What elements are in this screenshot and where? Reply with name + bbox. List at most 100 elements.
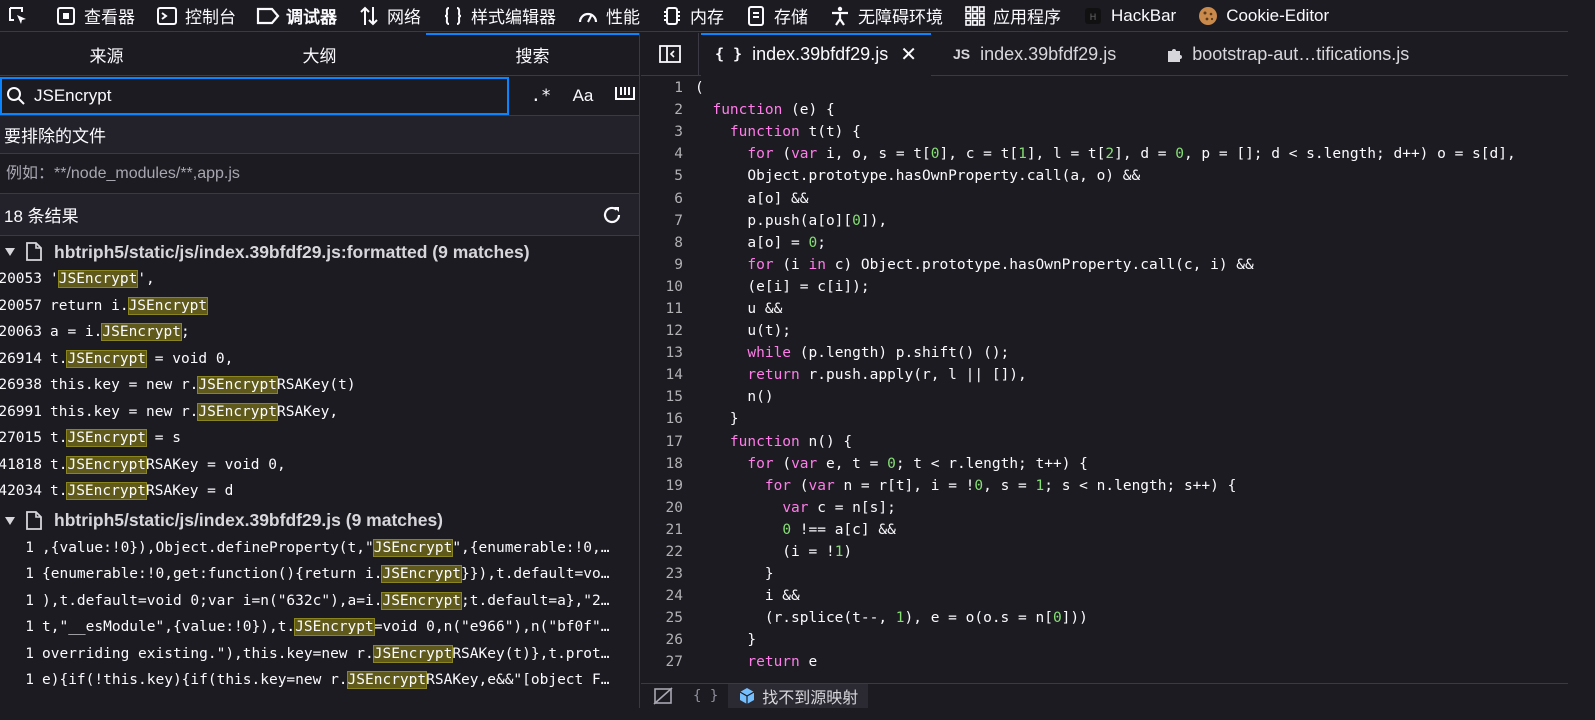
result-line[interactable]: 1 {enumerable:!0,get:function(){return i.… bbox=[0, 561, 639, 588]
result-line-number: 26938 bbox=[0, 377, 42, 394]
application-icon bbox=[963, 4, 987, 28]
result-line-number: 26914 bbox=[0, 350, 42, 367]
tab-outline[interactable]: 大纲 bbox=[213, 33, 426, 75]
result-line-number: 41818 bbox=[0, 456, 42, 473]
result-line[interactable]: 20057 return i.JSEncrypt bbox=[0, 293, 639, 320]
close-icon[interactable]: ✕ bbox=[900, 42, 917, 67]
line-number[interactable]: 15 bbox=[641, 389, 695, 405]
regex-toggle[interactable]: .* bbox=[527, 86, 555, 106]
result-line[interactable]: 20053 'JSEncrypt', bbox=[0, 266, 639, 293]
line-number[interactable]: 12 bbox=[641, 323, 695, 339]
line-number[interactable]: 18 bbox=[641, 456, 695, 472]
pretty-print-disabled-icon[interactable] bbox=[641, 687, 683, 705]
result-line[interactable]: 26991 this.key = new r.JSEncryptRSAKey, bbox=[0, 399, 639, 426]
search-input[interactable] bbox=[34, 85, 474, 106]
inspector-icon bbox=[54, 4, 78, 28]
result-line[interactable]: 41818 t.JSEncryptRSAKey = void 0, bbox=[0, 452, 639, 479]
code-text: return r.push.apply(r, l || []), bbox=[747, 367, 1027, 384]
result-line[interactable]: 1 ,{value:!0}),Object.defineProperty(t,"J… bbox=[0, 535, 639, 562]
tab-accessibility[interactable]: 无障碍环境 bbox=[818, 0, 953, 31]
result-line[interactable]: 42034 t.JSEncryptRSAKey = d bbox=[0, 478, 639, 505]
tab-search[interactable]: 搜索 bbox=[426, 33, 639, 75]
exclude-files-input[interactable] bbox=[6, 164, 606, 183]
refresh-icon[interactable] bbox=[599, 202, 625, 228]
line-number[interactable]: 2 bbox=[641, 102, 695, 118]
line-number[interactable]: 23 bbox=[641, 566, 695, 582]
sidebar-toggle-button[interactable] bbox=[641, 33, 699, 76]
line-number[interactable]: 13 bbox=[641, 345, 695, 361]
js-file-icon: JS bbox=[952, 46, 971, 62]
line-number[interactable]: 25 bbox=[641, 610, 695, 626]
result-line[interactable]: 20063 a = i.JSEncrypt; bbox=[0, 319, 639, 346]
line-number[interactable]: 24 bbox=[641, 588, 695, 604]
result-line[interactable]: 1),t.default=void 0;var i=n("632c"),a=i.… bbox=[0, 588, 639, 615]
result-file-header[interactable]: hbtriph5/static/js/index.39bfdf29.js (9 … bbox=[0, 505, 639, 533]
tab-memory[interactable]: 内存 bbox=[650, 0, 734, 31]
line-number[interactable]: 11 bbox=[641, 301, 695, 317]
code-text: n() bbox=[695, 389, 774, 406]
editor-tab-label: index.39bfdf29.js bbox=[752, 43, 889, 64]
tab-console[interactable]: 控制台 bbox=[145, 0, 246, 31]
code-line: 12 u(t); bbox=[641, 320, 1568, 342]
tab-cookie[interactable]: Cookie-Editor bbox=[1186, 0, 1339, 31]
console-icon bbox=[155, 4, 179, 28]
line-number[interactable]: 9 bbox=[641, 257, 695, 273]
result-file-header[interactable]: hbtriph5/static/js/index.39bfdf29.js:for… bbox=[0, 236, 639, 264]
tab-hackbar[interactable]: H HackBar bbox=[1071, 0, 1186, 31]
line-number[interactable]: 4 bbox=[641, 146, 695, 162]
line-number[interactable]: 6 bbox=[641, 191, 695, 207]
result-line-number: 1 bbox=[25, 645, 34, 662]
result-line[interactable]: 1 t,"__esModule",{value:!0}),t.JSEncrypt=… bbox=[0, 614, 639, 641]
result-line[interactable]: 27015 t.JSEncrypt = s bbox=[0, 425, 639, 452]
tab-network[interactable]: 网络 bbox=[347, 0, 431, 31]
line-number[interactable]: 3 bbox=[641, 124, 695, 140]
tab-style-editor[interactable]: 样式编辑器 bbox=[431, 0, 566, 31]
line-number[interactable]: 10 bbox=[641, 279, 695, 295]
editor-tab-js[interactable]: JS index.39bfdf29.js bbox=[939, 33, 1130, 76]
line-number[interactable]: 1 bbox=[641, 80, 695, 96]
case-sensitive-toggle[interactable]: Aa bbox=[569, 86, 597, 106]
line-number[interactable]: 14 bbox=[641, 367, 695, 383]
code-editor[interactable]: 1(2 function (e) {3 function t(t) {4 for… bbox=[641, 77, 1568, 683]
editor-tab-pretty[interactable]: { } index.39bfdf29.js ✕ bbox=[701, 33, 931, 76]
tab-debugger[interactable]: 调试器 bbox=[246, 0, 347, 31]
result-line[interactable]: 1 e){if(!this.key){if(this.key=new r.JSEn… bbox=[0, 667, 639, 694]
line-number[interactable]: 21 bbox=[641, 522, 695, 538]
code-line: 22 (i = !1) bbox=[641, 541, 1568, 563]
result-post: = void 0, bbox=[146, 350, 234, 367]
line-number[interactable]: 17 bbox=[641, 434, 695, 450]
tab-sources[interactable]: 来源 bbox=[0, 33, 213, 75]
line-number[interactable]: 20 bbox=[641, 500, 695, 516]
element-picker-button[interactable] bbox=[4, 0, 44, 31]
exclude-files-label: 要排除的文件 bbox=[0, 116, 639, 154]
expand-triangle-icon[interactable] bbox=[4, 247, 16, 257]
whole-word-icon[interactable] bbox=[611, 84, 639, 107]
source-map-status[interactable]: 找不到源映射 bbox=[728, 683, 869, 708]
tab-inspector[interactable]: 查看器 bbox=[44, 0, 145, 31]
result-line[interactable]: 26914 t.JSEncrypt = void 0, bbox=[0, 346, 639, 373]
tab-storage[interactable]: 存储 bbox=[734, 0, 818, 31]
line-number[interactable]: 27 bbox=[641, 654, 695, 670]
style-editor-icon bbox=[441, 4, 465, 28]
tab-application[interactable]: 应用程序 bbox=[953, 0, 1071, 31]
line-number[interactable]: 8 bbox=[641, 235, 695, 251]
code-line: 14 return r.push.apply(r, l || []), bbox=[641, 364, 1568, 386]
line-number[interactable]: 5 bbox=[641, 168, 695, 184]
code-line: 16 } bbox=[641, 408, 1568, 430]
line-number[interactable]: 26 bbox=[641, 632, 695, 648]
pretty-print-button[interactable]: { } bbox=[683, 688, 728, 704]
expand-triangle-icon[interactable] bbox=[4, 516, 16, 526]
line-number[interactable]: 19 bbox=[641, 478, 695, 494]
result-match: JSEncrypt bbox=[57, 270, 139, 289]
result-line-number: 1 bbox=[25, 672, 34, 689]
result-line[interactable]: 1 overriding existing."),this.key=new r.J… bbox=[0, 641, 639, 668]
line-number[interactable]: 16 bbox=[641, 411, 695, 427]
result-line-number: 1 bbox=[25, 566, 34, 583]
editor-tab-extension[interactable]: bootstrap-aut…tifications.js bbox=[1152, 33, 1423, 76]
result-line[interactable]: 26938 this.key = new r.JSEncryptRSAKey(t) bbox=[0, 372, 639, 399]
tab-performance[interactable]: 性能 bbox=[566, 0, 650, 31]
line-number[interactable]: 22 bbox=[641, 544, 695, 560]
result-line-code: ),t.default=void 0;var i=n("632c"),a=i.J… bbox=[42, 591, 609, 610]
line-number[interactable]: 7 bbox=[641, 213, 695, 229]
tab-label: 应用程序 bbox=[993, 8, 1061, 27]
